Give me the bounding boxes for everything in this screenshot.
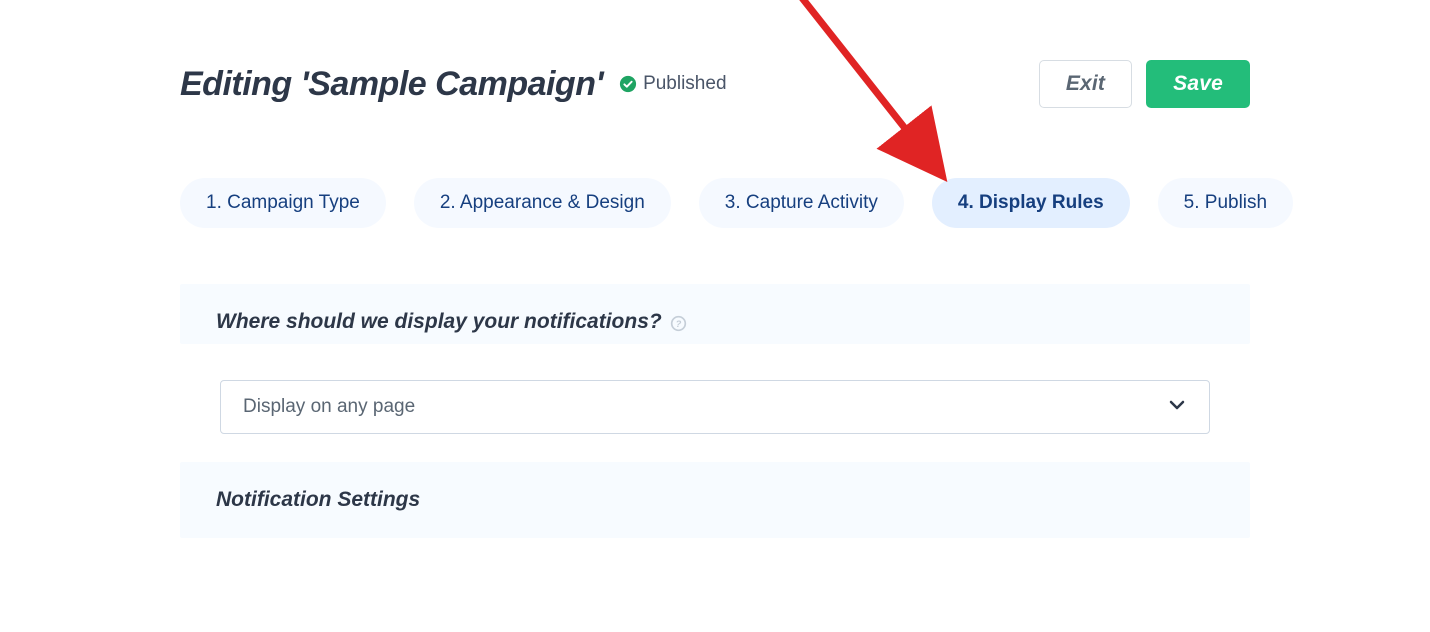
panel-display-title-text: Where should we display your notificatio… [216,310,662,334]
svg-text:?: ? [675,318,681,328]
exit-button[interactable]: Exit [1039,60,1132,108]
panel-settings-title-text: Notification Settings [216,488,420,512]
help-icon[interactable]: ? [670,314,687,331]
tab-campaign-type[interactable]: 1. Campaign Type [180,178,386,228]
display-page-dropdown[interactable]: Display on any page [220,380,1210,434]
chevron-down-icon [1167,395,1187,420]
dropdown-value: Display on any page [243,396,415,418]
header-actions: Exit Save [1039,60,1250,108]
tab-publish[interactable]: 5. Publish [1158,178,1293,228]
tabs: 1. Campaign Type 2. Appearance & Design … [180,178,1250,228]
panel-display-title: Where should we display your notificatio… [216,310,687,334]
header-left: Editing 'Sample Campaign' Published [180,65,727,104]
panel-settings-title: Notification Settings [216,488,420,512]
tab-appearance-design[interactable]: 2. Appearance & Design [414,178,671,228]
dropdown-wrap: Display on any page [180,380,1250,462]
check-circle-icon [619,75,637,93]
tab-display-rules[interactable]: 4. Display Rules [932,178,1130,228]
save-button[interactable]: Save [1146,60,1250,108]
panel-notification-settings: Notification Settings [180,462,1250,538]
panel-display-where: Where should we display your notificatio… [180,284,1250,344]
status-badge: Published [619,73,726,95]
header: Editing 'Sample Campaign' Published Exit… [180,60,1250,108]
tab-capture-activity[interactable]: 3. Capture Activity [699,178,904,228]
page-title: Editing 'Sample Campaign' [180,65,603,104]
status-text: Published [643,73,726,95]
